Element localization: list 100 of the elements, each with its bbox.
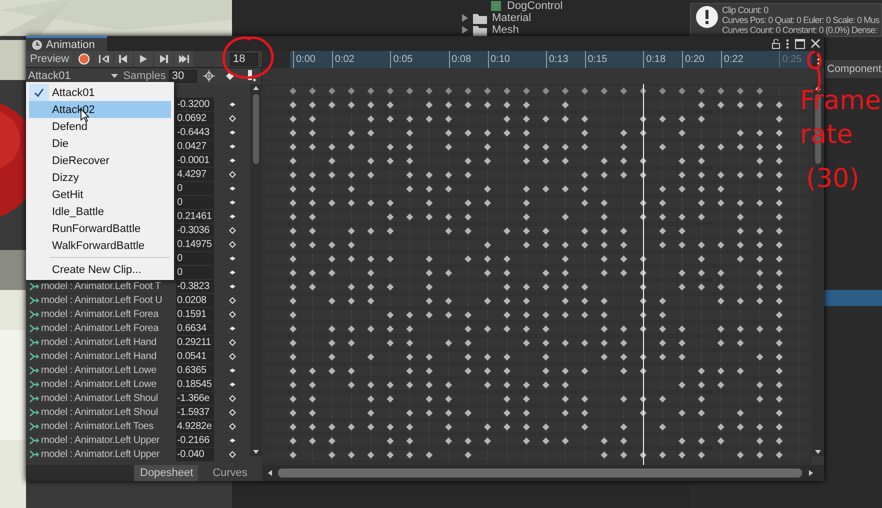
property-value[interactable]: 0: [176, 196, 214, 209]
property-value[interactable]: 0.21461: [176, 210, 214, 223]
property-name[interactable]: model : Animator.Left Foot T: [41, 281, 161, 292]
view-tab[interactable]: Dopesheet: [134, 465, 198, 481]
keyframe-icon[interactable]: [228, 437, 236, 444]
property-value[interactable]: -0.0001: [176, 154, 214, 167]
property-value[interactable]: 0.1591: [176, 308, 214, 321]
property-name[interactable]: model : Animator.Left Toes: [41, 421, 154, 432]
add-event-icon[interactable]: [247, 70, 256, 82]
keyframe-icon[interactable]: [228, 129, 236, 136]
property-name[interactable]: model : Animator.Left Hand: [41, 337, 156, 348]
lock-icon[interactable]: [772, 38, 780, 48]
previous-key-button[interactable]: [118, 54, 130, 64]
keyframe-icon[interactable]: [228, 157, 236, 164]
folder-label[interactable]: DogControl: [507, 0, 563, 12]
keyframe-icon[interactable]: [228, 101, 236, 108]
keyframe-icon[interactable]: [228, 395, 236, 402]
keyframe-icon[interactable]: [228, 185, 236, 192]
keyframe-icon[interactable]: [228, 423, 236, 430]
property-value[interactable]: -0.2166: [176, 434, 214, 447]
property-value[interactable]: -0.6443: [176, 126, 214, 139]
property-value[interactable]: 0: [176, 182, 214, 195]
keyframe-icon[interactable]: [228, 451, 236, 458]
add-keyframe-icon[interactable]: [203, 70, 216, 82]
record-button[interactable]: [74, 51, 94, 67]
property-value[interactable]: -0.3823: [176, 280, 214, 293]
keyframe-icon[interactable]: [228, 311, 236, 318]
keyframe-icon[interactable]: [228, 283, 236, 290]
property-name[interactable]: model : Animator.Left Forea: [41, 309, 158, 320]
scrollbar[interactable]: [250, 84, 262, 456]
menu-item[interactable]: Attack02: [29, 101, 171, 118]
keyframe-icon[interactable]: [228, 367, 236, 374]
menu-item[interactable]: DieRecover: [26, 152, 174, 169]
keyframe-icon[interactable]: [228, 199, 236, 206]
window-tab[interactable]: Animation: [26, 36, 107, 51]
view-tab[interactable]: Curves: [198, 465, 262, 481]
close-icon[interactable]: [811, 39, 820, 48]
keyframe-icon[interactable]: [228, 241, 236, 248]
menu-item[interactable]: GetHit: [26, 186, 174, 203]
menu-item[interactable]: Create New Clip...: [26, 261, 174, 278]
property-value[interactable]: 0.6634: [176, 322, 214, 335]
property-name[interactable]: model : Animator.Left Forea: [41, 323, 158, 334]
property-value[interactable]: 0.6365: [176, 364, 214, 377]
preview-button[interactable]: Preview: [26, 51, 74, 67]
more-options-icon[interactable]: [786, 38, 789, 48]
menu-item[interactable]: RunForwardBattle: [26, 220, 174, 237]
more-options-icon[interactable]: [816, 54, 820, 65]
frame-field[interactable]: 18: [230, 52, 258, 66]
property-name[interactable]: model : Animator.Left Upper: [41, 435, 160, 446]
folder-label[interactable]: Material: [492, 12, 532, 24]
property-value[interactable]: 0: [176, 252, 214, 265]
samples-field[interactable]: 30: [168, 70, 197, 82]
keyframe-icon[interactable]: [228, 381, 236, 388]
keyframe-icon[interactable]: [228, 213, 236, 220]
keyframe-icon[interactable]: [228, 409, 236, 416]
keyframe-icon[interactable]: [228, 269, 236, 276]
property-value[interactable]: 0.29211: [176, 336, 214, 349]
playhead-line[interactable]: [643, 84, 644, 465]
property-value[interactable]: -0.3200: [176, 98, 214, 111]
last-frame-button[interactable]: [178, 54, 190, 64]
add-component-button[interactable]: Component: [825, 60, 882, 78]
keyframe-icon[interactable]: [228, 227, 236, 234]
menu-item[interactable]: Dizzy: [26, 169, 174, 186]
property-value[interactable]: 0.0541: [176, 350, 214, 363]
property-value[interactable]: -1.5937: [176, 406, 214, 419]
property-value[interactable]: 0.0427: [176, 140, 214, 153]
keyframe-icon[interactable]: [228, 353, 236, 360]
property-name[interactable]: model : Animator.Left Upper: [41, 449, 160, 460]
keyframe-icon[interactable]: [228, 339, 236, 346]
menu-item[interactable]: WalkForwardBattle: [26, 237, 174, 254]
property-value[interactable]: -0.3036: [176, 224, 214, 237]
folder-label[interactable]: Mesh: [492, 24, 519, 36]
property-name[interactable]: model : Animator.Left Foot U: [41, 295, 162, 306]
property-name[interactable]: model : Animator.Left Lowe: [41, 365, 156, 376]
property-name[interactable]: model : Animator.Left Lowe: [41, 379, 156, 390]
first-frame-button[interactable]: [98, 54, 110, 64]
menu-item[interactable]: Die: [26, 135, 174, 152]
property-value[interactable]: 4.4297: [176, 168, 214, 181]
menu-item[interactable]: Defend: [26, 118, 174, 135]
property-name[interactable]: model : Animator.Left Hand: [41, 351, 156, 362]
keyframe-icon[interactable]: [228, 325, 236, 332]
property-name[interactable]: model : Animator.Left Shoul: [41, 407, 158, 418]
property-value[interactable]: 4.9282e: [176, 420, 214, 433]
property-value[interactable]: -0.040: [176, 448, 214, 461]
property-value[interactable]: 0.14975: [176, 238, 214, 251]
keyframe-icon[interactable]: [228, 171, 236, 178]
maximize-icon[interactable]: [795, 38, 805, 48]
keyframe-icon[interactable]: [228, 255, 236, 262]
diamond-icon[interactable]: [225, 71, 236, 81]
menu-item[interactable]: Idle_Battle: [26, 203, 174, 220]
keyframe-icon[interactable]: [228, 143, 236, 150]
menu-item[interactable]: Attack01: [26, 84, 174, 101]
property-value[interactable]: 0.0692: [176, 112, 214, 125]
keyframe-icon[interactable]: [228, 115, 236, 122]
property-value[interactable]: -1.366e: [176, 392, 214, 405]
property-value[interactable]: 0.18545: [176, 378, 214, 391]
keyframe-icon[interactable]: [228, 297, 236, 304]
property-value[interactable]: 0: [176, 266, 214, 279]
next-key-button[interactable]: [158, 54, 170, 64]
property-value[interactable]: 0.0208: [176, 294, 214, 307]
